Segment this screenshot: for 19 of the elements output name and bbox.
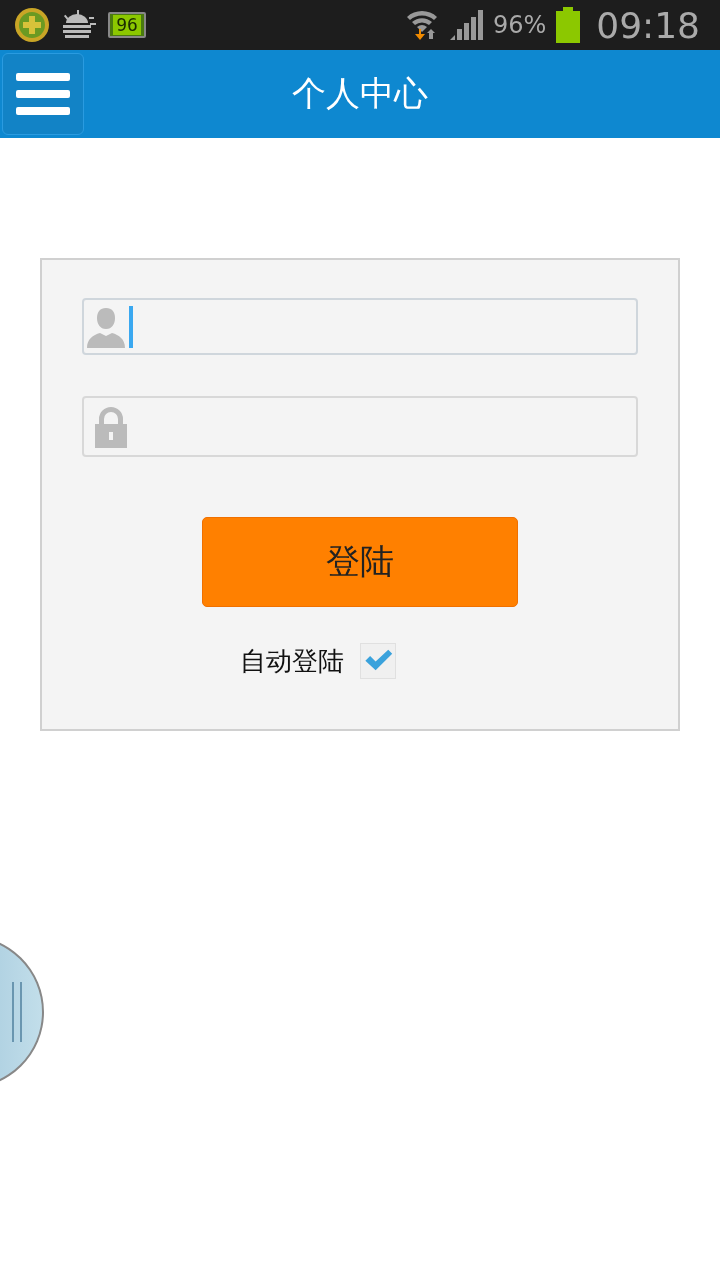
text-cursor <box>129 305 133 348</box>
username-field[interactable] <box>82 298 638 355</box>
weather-icon <box>60 9 98 41</box>
menu-icon <box>16 71 70 117</box>
app-icon <box>14 7 50 43</box>
battery-level-icon: 96 <box>108 12 146 38</box>
login-button[interactable]: 登陆 <box>202 517 518 607</box>
clock: 09:18 <box>596 4 700 46</box>
signal-icon <box>448 9 483 41</box>
battery-percent: 96% <box>492 11 547 39</box>
auto-login-checkbox[interactable] <box>360 643 396 679</box>
auto-login-label: 自动登陆 <box>240 644 344 678</box>
battery-icon <box>556 7 581 43</box>
lock-icon <box>94 405 128 448</box>
page-title: 个人中心 <box>291 72 429 115</box>
checkmark-icon <box>363 648 393 672</box>
password-field[interactable] <box>82 396 638 457</box>
person-icon <box>87 305 125 348</box>
menu-button[interactable] <box>2 53 84 135</box>
